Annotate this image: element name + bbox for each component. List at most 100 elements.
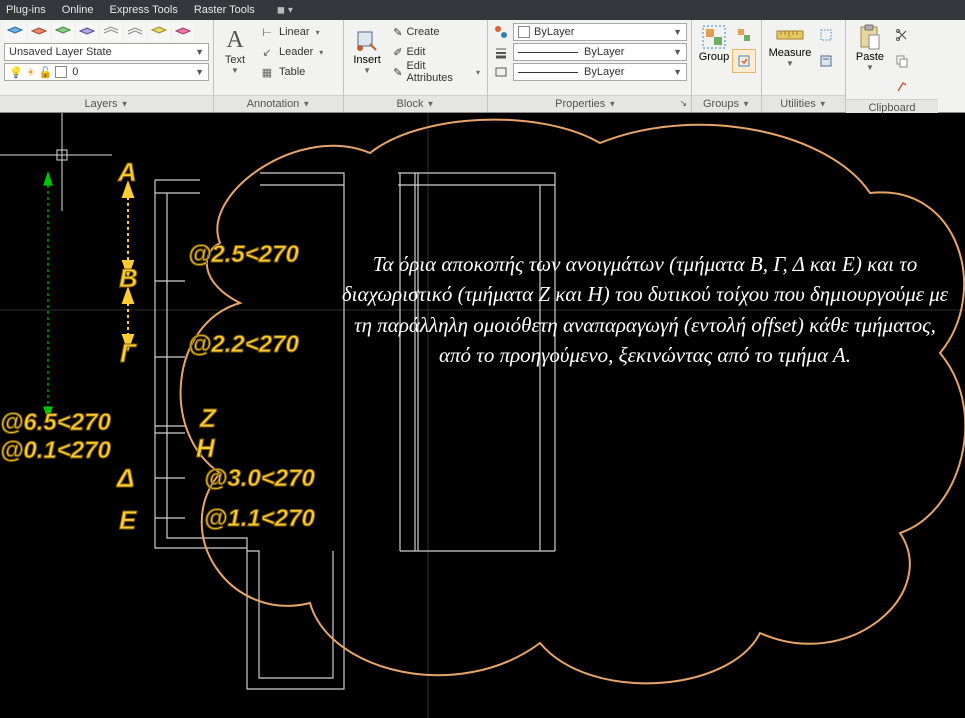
group-edit-button[interactable] [732, 49, 756, 73]
layer-freeze-button[interactable] [76, 23, 98, 41]
color-dropdown[interactable]: ByLayer ▼ [513, 23, 687, 41]
annotation-note: Τα όρια αποκοπής των ανοιγμάτων (τμήματα… [336, 249, 954, 371]
lightbulb-icon: 💡 [9, 66, 23, 79]
edit-icon: ✐ [393, 46, 402, 59]
edit-attr-label: Edit Attributes [406, 60, 470, 84]
color-value: ByLayer [534, 26, 574, 38]
properties-panel-label[interactable]: Properties ▼ ↘ [488, 95, 691, 112]
block-panel-label[interactable]: Block ▼ [344, 95, 487, 112]
leader-button[interactable]: ↙ Leader ▾ [256, 43, 326, 61]
point-label-B: Β [119, 263, 138, 294]
dropdown-caret-icon: ▼ [195, 47, 204, 57]
layer-lock-button[interactable] [124, 23, 146, 41]
coord-2: @2.2<270 [188, 331, 299, 359]
drawing-canvas[interactable]: Α Β Γ Ζ Η Δ Ε @2.5<270 @2.2<270 @3.0<270… [0, 113, 965, 718]
table-button[interactable]: ▦ Table [256, 63, 326, 81]
menu-raster-tools[interactable]: Raster Tools [194, 4, 255, 16]
create-block-button[interactable]: ✎ Create [390, 23, 483, 41]
leader-label: Leader [279, 46, 313, 58]
dropdown-caret-icon: ▼ [673, 27, 682, 37]
linear-button[interactable]: ⊢ Linear ▾ [256, 23, 326, 41]
match-properties-button[interactable] [492, 23, 510, 41]
linear-icon: ⊢ [259, 26, 275, 39]
annotation-panel-label[interactable]: Annotation ▼ [214, 95, 343, 112]
line-preview-icon [518, 72, 578, 73]
lineweight-dropdown[interactable]: ByLayer ▼ [513, 43, 687, 61]
layer-state-value: Unsaved Layer State [9, 46, 112, 58]
current-layer-dropdown[interactable]: 💡 ☀ 🔓 0 ▼ [4, 63, 209, 81]
coord-5: @6.5<270 [0, 409, 111, 437]
dropdown-caret-icon: ▼ [673, 47, 682, 57]
layers-panel: Unsaved Layer State ▼ 💡 ☀ 🔓 0 ▼ Layers ▼ [0, 20, 214, 112]
leader-icon: ↙ [259, 46, 275, 59]
measure-icon [775, 23, 805, 47]
measure-button[interactable]: Measure ▼ [766, 23, 814, 79]
paste-button[interactable]: Paste ▼ [850, 23, 890, 79]
point-label-D: Δ [117, 463, 134, 494]
text-button[interactable]: A Text ▼ [218, 23, 252, 79]
point-label-A: Α [118, 157, 137, 188]
layer-isolate-button[interactable] [52, 23, 74, 41]
measure-label: Measure [769, 47, 812, 59]
point-label-Z: Ζ [200, 403, 216, 434]
group-button[interactable]: Group [696, 23, 732, 79]
edit-attr-icon: ✎ [393, 66, 402, 79]
group-icon [700, 23, 728, 51]
group-label: Group [699, 51, 730, 63]
layer-tool-row [4, 23, 209, 41]
edit-attributes-button[interactable]: ✎ Edit Attributes ▾ [390, 63, 483, 81]
lineweight-value: ByLayer [584, 46, 624, 58]
match-button[interactable] [890, 75, 914, 99]
insert-label: Insert [353, 54, 381, 66]
ungroup-button[interactable] [732, 23, 756, 47]
copy-button[interactable] [890, 49, 914, 73]
quick-calc-button[interactable] [814, 49, 838, 73]
menu-express-tools[interactable]: Express Tools [110, 4, 178, 16]
layer-state-dropdown[interactable]: Unsaved Layer State ▼ [4, 43, 209, 61]
menu-plugins[interactable]: Plug-ins [6, 4, 46, 16]
table-label: Table [279, 66, 305, 78]
canvas-svg [0, 113, 965, 718]
menu-online[interactable]: Online [62, 4, 94, 16]
paste-icon [857, 23, 883, 51]
annotation-panel: A Text ▼ ⊢ Linear ▾ ↙ Leader ▾ ▦ Table [214, 20, 344, 112]
color-swatch-icon [518, 26, 530, 38]
insert-icon [354, 28, 380, 54]
coord-6: @0.1<270 [0, 437, 111, 465]
point-label-E: Ε [119, 505, 136, 536]
insert-button[interactable]: Insert ▼ [348, 23, 386, 79]
layer-previous-button[interactable] [172, 23, 194, 41]
dropdown-caret-icon: ▼ [673, 67, 682, 77]
cut-button[interactable] [890, 23, 914, 47]
select-all-button[interactable] [814, 23, 838, 47]
linetype-dropdown[interactable]: ByLayer ▼ [513, 63, 687, 81]
layer-match-button[interactable] [148, 23, 170, 41]
create-icon: ✎ [393, 26, 402, 39]
linetype-button[interactable] [492, 63, 510, 81]
text-label: Text [225, 54, 245, 66]
point-label-G: Γ [120, 338, 136, 369]
dropdown-caret-icon: ▼ [195, 67, 204, 77]
layer-states-button[interactable] [28, 23, 50, 41]
coord-1: @2.5<270 [188, 241, 299, 269]
create-label: Create [406, 26, 439, 38]
layer-properties-button[interactable] [4, 23, 26, 41]
groups-panel-label[interactable]: Groups ▼ [692, 95, 761, 112]
table-icon: ▦ [259, 66, 275, 79]
linear-label: Linear [279, 26, 310, 38]
block-panel: Insert ▼ ✎ Create ✐ Edit ✎ Edit Attribut… [344, 20, 488, 112]
properties-panel: ByLayer ▼ ByLayer ▼ ByLa [488, 20, 692, 112]
menu-overflow-icon[interactable]: ◼ ▾ [277, 5, 293, 16]
edit-block-button[interactable]: ✐ Edit [390, 43, 483, 61]
unlock-icon: 🔓 [39, 66, 53, 79]
paste-label: Paste [856, 51, 884, 63]
layer-status-icons: 💡 ☀ 🔓 [9, 66, 67, 79]
utilities-panel-label[interactable]: Utilities ▼ [762, 95, 845, 112]
layers-panel-label[interactable]: Layers ▼ [0, 95, 213, 112]
menu-bar: Plug-ins Online Express Tools Raster Too… [0, 0, 965, 20]
clipboard-panel: Paste ▼ Clipboard [846, 20, 938, 112]
layer-off-button[interactable] [100, 23, 122, 41]
lineweight-button[interactable] [492, 43, 510, 61]
linetype-value: ByLayer [584, 66, 624, 78]
ribbon: Unsaved Layer State ▼ 💡 ☀ 🔓 0 ▼ Layers ▼ [0, 20, 965, 113]
